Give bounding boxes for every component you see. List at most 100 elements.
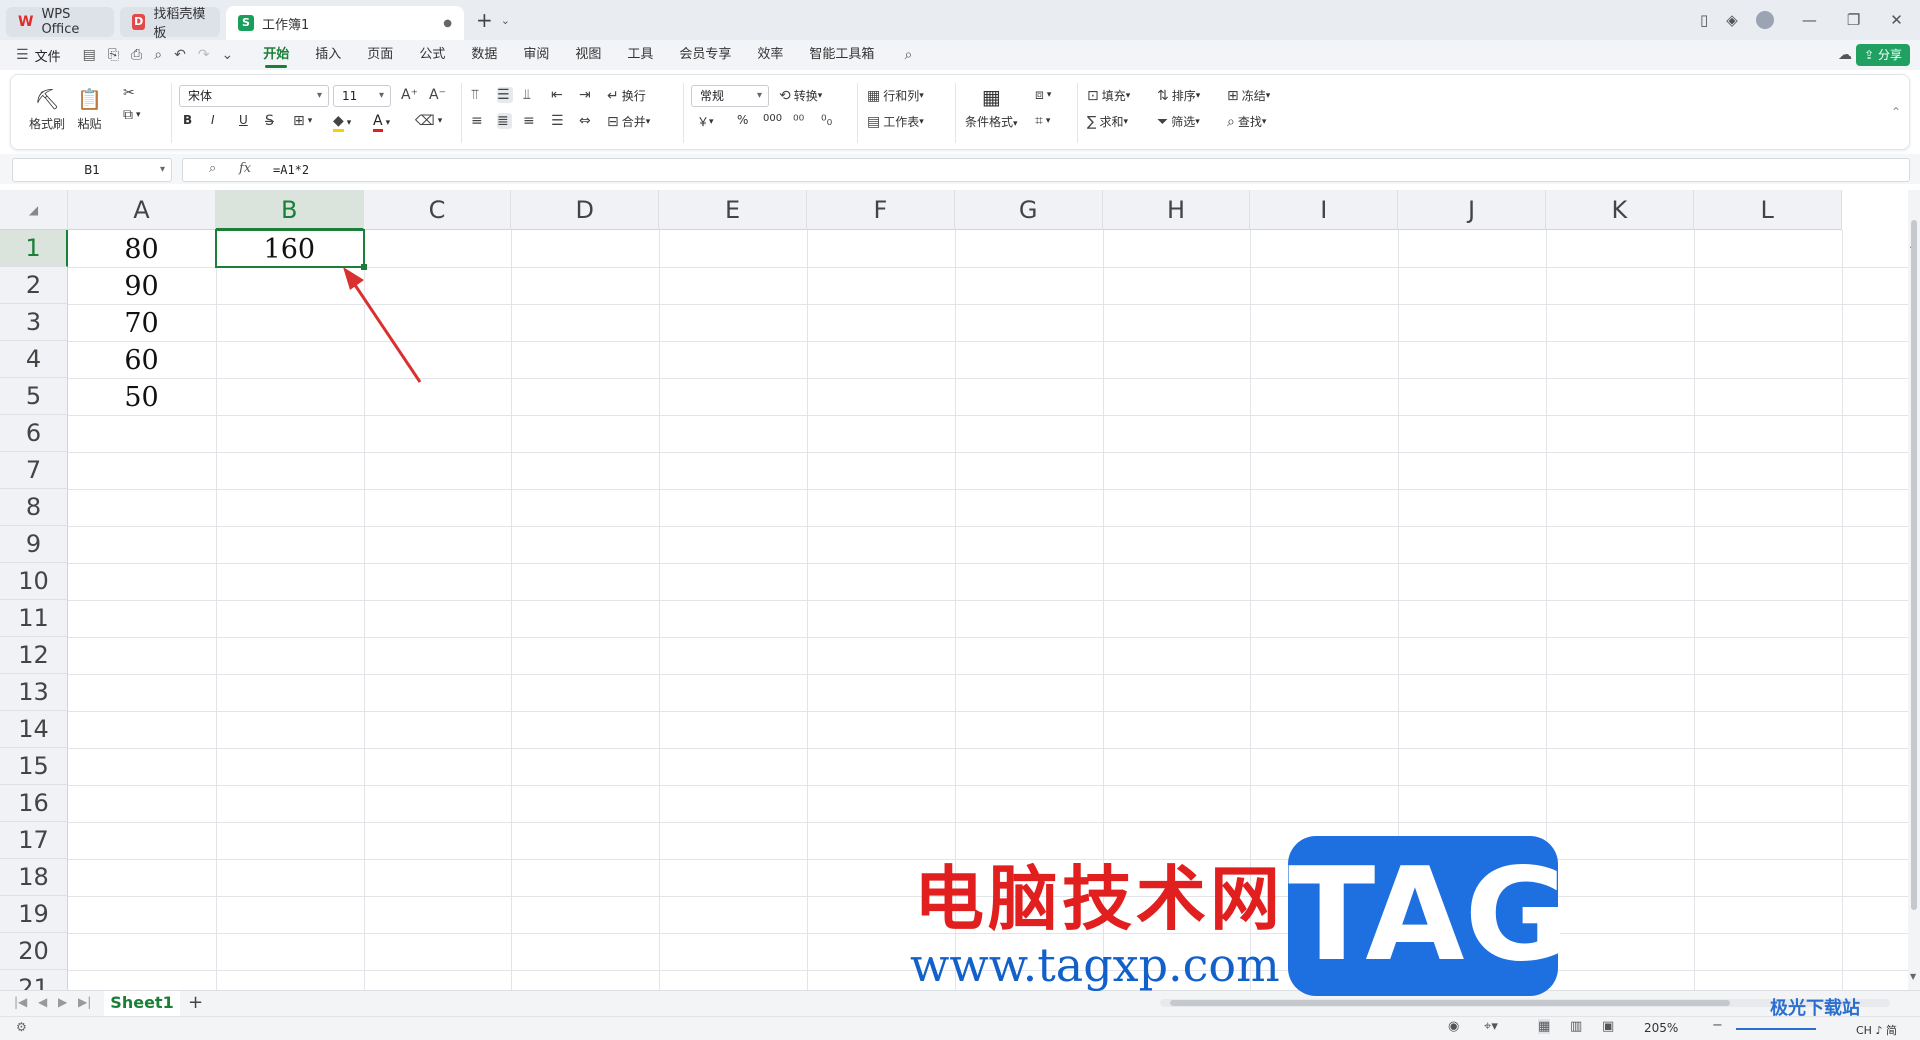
italic-button[interactable]: I [211, 113, 215, 127]
formula-text[interactable]: =A1*2 [273, 159, 309, 181]
percent-button[interactable]: % [737, 113, 748, 127]
column-header-l[interactable]: L [1693, 190, 1842, 230]
outdent-icon[interactable]: ⇤ [551, 87, 566, 103]
font-size-select[interactable]: 11 ▾ [333, 85, 391, 107]
menu-item-formula[interactable]: 公式 [419, 40, 445, 70]
sort-button[interactable]: ⇅ 排序 ▾ [1157, 87, 1200, 104]
file-menu[interactable]: 文件 [35, 46, 61, 65]
scroll-down-icon[interactable]: ▼ [1910, 972, 1916, 981]
name-box[interactable]: B1 ▾ [12, 158, 172, 182]
column-header-i[interactable]: I [1250, 190, 1399, 230]
merge-button[interactable]: ⊟ 合并 ▾ [607, 113, 650, 130]
strikethrough-icon[interactable]: S̶ [265, 113, 277, 129]
row-header-14[interactable]: 14 [0, 711, 68, 748]
decrease-decimal-icon[interactable]: ⁰₀ [821, 113, 835, 129]
cell-a4[interactable]: 60 [68, 341, 215, 378]
currency-button[interactable]: ￥ ▾ [697, 113, 714, 130]
zoom-out-icon[interactable]: − [1712, 1018, 1723, 1033]
ribbon-collapse-icon[interactable]: ⌃ [1891, 105, 1901, 119]
vertical-scrollbar[interactable]: ▲ ▼ [1908, 190, 1920, 990]
row-header-12[interactable]: 12 [0, 637, 68, 674]
menu-item-view[interactable]: 视图 [575, 40, 601, 70]
format-painter-button[interactable]: ⛏ 格式刷 [29, 87, 65, 132]
menu-item-review[interactable]: 审阅 [523, 40, 549, 70]
tab-wps-office[interactable]: W WPS Office [6, 7, 114, 37]
row-header-9[interactable]: 9 [0, 526, 68, 563]
sum-button[interactable]: ∑ 求和 ▾ [1087, 113, 1128, 130]
conditional-format-button[interactable]: ▦ 条件格式▾ [965, 85, 1018, 130]
minimize-icon[interactable]: — [1802, 11, 1817, 29]
prev-sheet-icon[interactable]: ◀ [38, 995, 47, 1009]
add-sheet-icon[interactable]: + [188, 992, 203, 1013]
row-header-1[interactable]: 1 [0, 230, 68, 267]
eye-protection-icon[interactable]: ◉ [1448, 1019, 1459, 1034]
menu-item-member[interactable]: 会员专享 [679, 40, 731, 70]
align-right-icon[interactable]: ≡ [523, 113, 538, 129]
filter-button[interactable]: ⏷ 筛选 ▾ [1157, 113, 1200, 130]
menu-item-page[interactable]: 页面 [367, 40, 393, 70]
row-header-2[interactable]: 2 [0, 267, 68, 304]
location-icon[interactable]: ⌖▾ [1484, 1019, 1498, 1034]
cell-style-icon[interactable]: ⧈ ▾ [1035, 87, 1051, 103]
hamburger-icon[interactable]: ☰ [16, 47, 29, 63]
column-header-d[interactable]: D [511, 190, 660, 230]
menu-item-data[interactable]: 数据 [471, 40, 497, 70]
column-header-j[interactable]: J [1398, 190, 1546, 230]
export-icon[interactable]: ⎘ [108, 47, 119, 63]
restore-icon[interactable]: ❐ [1847, 11, 1860, 29]
cloud-icon[interactable]: ☁ [1838, 47, 1852, 63]
zoom-level[interactable]: 205% [1644, 1021, 1678, 1035]
worksheet-button[interactable]: ▤ 工作表 ▾ [867, 113, 924, 130]
row-header-7[interactable]: 7 [0, 452, 68, 489]
find-button[interactable]: ⌕ 查找 ▾ [1227, 113, 1266, 130]
column-header-a[interactable]: A [68, 190, 216, 230]
fill-handle[interactable] [360, 264, 367, 270]
clear-format-icon[interactable]: ⌫ ▾ [415, 113, 442, 129]
menu-item-efficiency[interactable]: 效率 [757, 40, 783, 70]
save-icon[interactable]: ▤ [83, 47, 96, 63]
layout-icon[interactable]: ▯ [1700, 11, 1708, 29]
fill-color-icon[interactable]: ◆ ▾ [333, 113, 351, 132]
fx-icon[interactable]: fx [239, 161, 251, 176]
row-header-4[interactable]: 4 [0, 341, 68, 378]
cut-icon[interactable]: ✂ [123, 85, 138, 101]
underline-button[interactable]: U [239, 113, 248, 127]
zoom-formula-icon[interactable]: ⌕ [209, 161, 216, 176]
column-header-h[interactable]: H [1102, 190, 1251, 230]
row-header-5[interactable]: 5 [0, 378, 68, 415]
menu-item-tools[interactable]: 工具 [627, 40, 653, 70]
tab-list-chevron-icon[interactable]: ⌄ [501, 14, 510, 27]
column-header-k[interactable]: K [1546, 190, 1694, 230]
cell-a5[interactable]: 50 [68, 378, 215, 415]
justify-icon[interactable]: ☰ [551, 113, 567, 129]
first-sheet-icon[interactable]: |◀ [14, 995, 27, 1009]
row-header-10[interactable]: 10 [0, 563, 68, 600]
macro-icon[interactable]: ⚙ [16, 1020, 27, 1034]
cell-icon[interactable]: ⌗ ▾ [1035, 113, 1050, 129]
normal-view-icon[interactable]: ▦ [1538, 1019, 1551, 1034]
row-header-15[interactable]: 15 [0, 748, 68, 785]
tab-workbook1[interactable]: S 工作簿1 ● [226, 6, 464, 40]
row-header-16[interactable]: 16 [0, 785, 68, 822]
row-header-21[interactable]: 21 [0, 970, 68, 990]
rows-cols-button[interactable]: ▦ 行和列 ▾ [867, 87, 924, 104]
page-layout-icon[interactable]: ▥ [1570, 1019, 1582, 1034]
increase-font-icon[interactable]: A⁺ [401, 87, 421, 103]
align-top-icon[interactable]: ⫪ [471, 87, 482, 103]
next-sheet-icon[interactable]: ▶ [58, 995, 67, 1009]
menu-item-home[interactable]: 开始 [263, 40, 289, 70]
column-header-g[interactable]: G [954, 190, 1103, 230]
column-header-c[interactable]: C [363, 190, 512, 230]
align-left-icon[interactable]: ≡ [471, 113, 486, 129]
cube-icon[interactable]: ◈ [1726, 11, 1738, 29]
increase-decimal-icon[interactable]: ⁰⁰ [793, 113, 807, 129]
fill-button[interactable]: ⊡ 填充 ▾ [1087, 87, 1130, 104]
tab-docer-templates[interactable]: D 找稻壳模板 [120, 7, 220, 41]
font-name-select[interactable]: 宋体 ▾ [179, 85, 329, 107]
undo-icon[interactable]: ↶ [174, 47, 186, 63]
select-all-corner[interactable]: ◢ [0, 190, 68, 230]
paste-button[interactable]: 📋 粘贴 [77, 87, 102, 132]
last-sheet-icon[interactable]: ▶| [78, 995, 91, 1009]
row-header-17[interactable]: 17 [0, 822, 68, 859]
row-header-19[interactable]: 19 [0, 896, 68, 933]
